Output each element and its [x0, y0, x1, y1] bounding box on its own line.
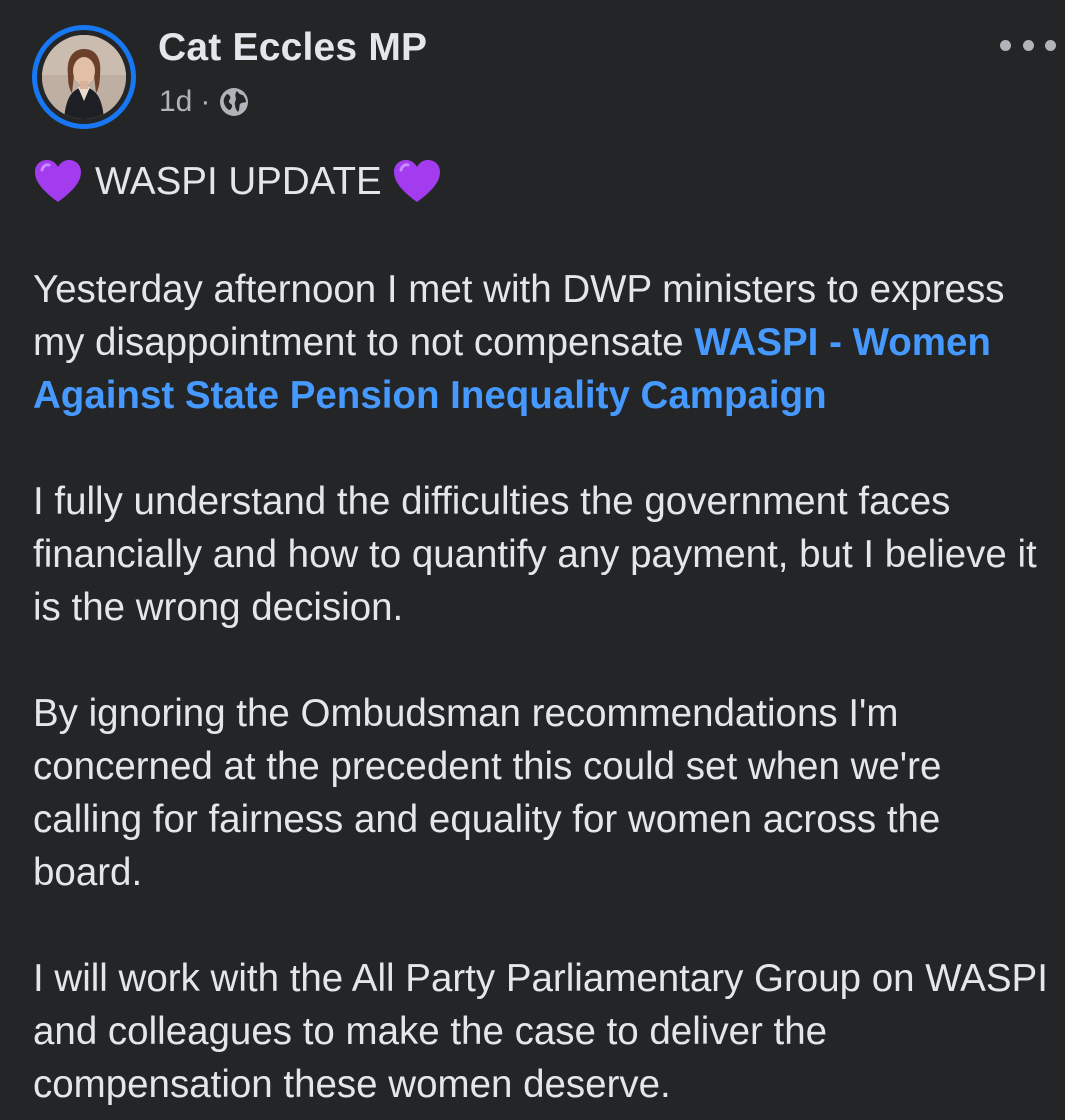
avatar-photo	[42, 35, 126, 119]
post-meta: 1d ·	[159, 82, 250, 122]
avatar-image	[42, 35, 126, 119]
globe-icon[interactable]	[218, 86, 250, 118]
post-timestamp[interactable]: 1d	[159, 85, 192, 119]
paragraph-3: By ignoring the Ombudsman recommendation…	[33, 692, 942, 894]
paragraph-1: Yesterday afternoon I met with DWP minis…	[33, 263, 1058, 422]
author-avatar[interactable]	[32, 25, 136, 129]
paragraph-2: I fully understand the difficulties the …	[33, 480, 1037, 629]
more-dot	[1045, 39, 1056, 51]
author-name[interactable]: Cat Eccles MP	[158, 26, 427, 70]
more-dot	[1000, 39, 1011, 51]
more-options-icon[interactable]	[1000, 30, 1056, 60]
heading-text: WASPI UPDATE	[95, 159, 382, 203]
post-body: WASPI UPDATE Yesterday afternoon I met w…	[33, 150, 1058, 1111]
more-dot	[1022, 39, 1034, 51]
facebook-post: Cat Eccles MP 1d · WASPI UPDATE Yesterda…	[0, 0, 1065, 1120]
purple-heart-icon	[35, 160, 81, 202]
purple-heart-icon	[393, 160, 440, 202]
post-heading: WASPI UPDATE	[33, 152, 1058, 210]
meta-separator: ·	[200, 85, 211, 118]
paragraph-4: I will work with the All Party Parliamen…	[33, 957, 1048, 1106]
